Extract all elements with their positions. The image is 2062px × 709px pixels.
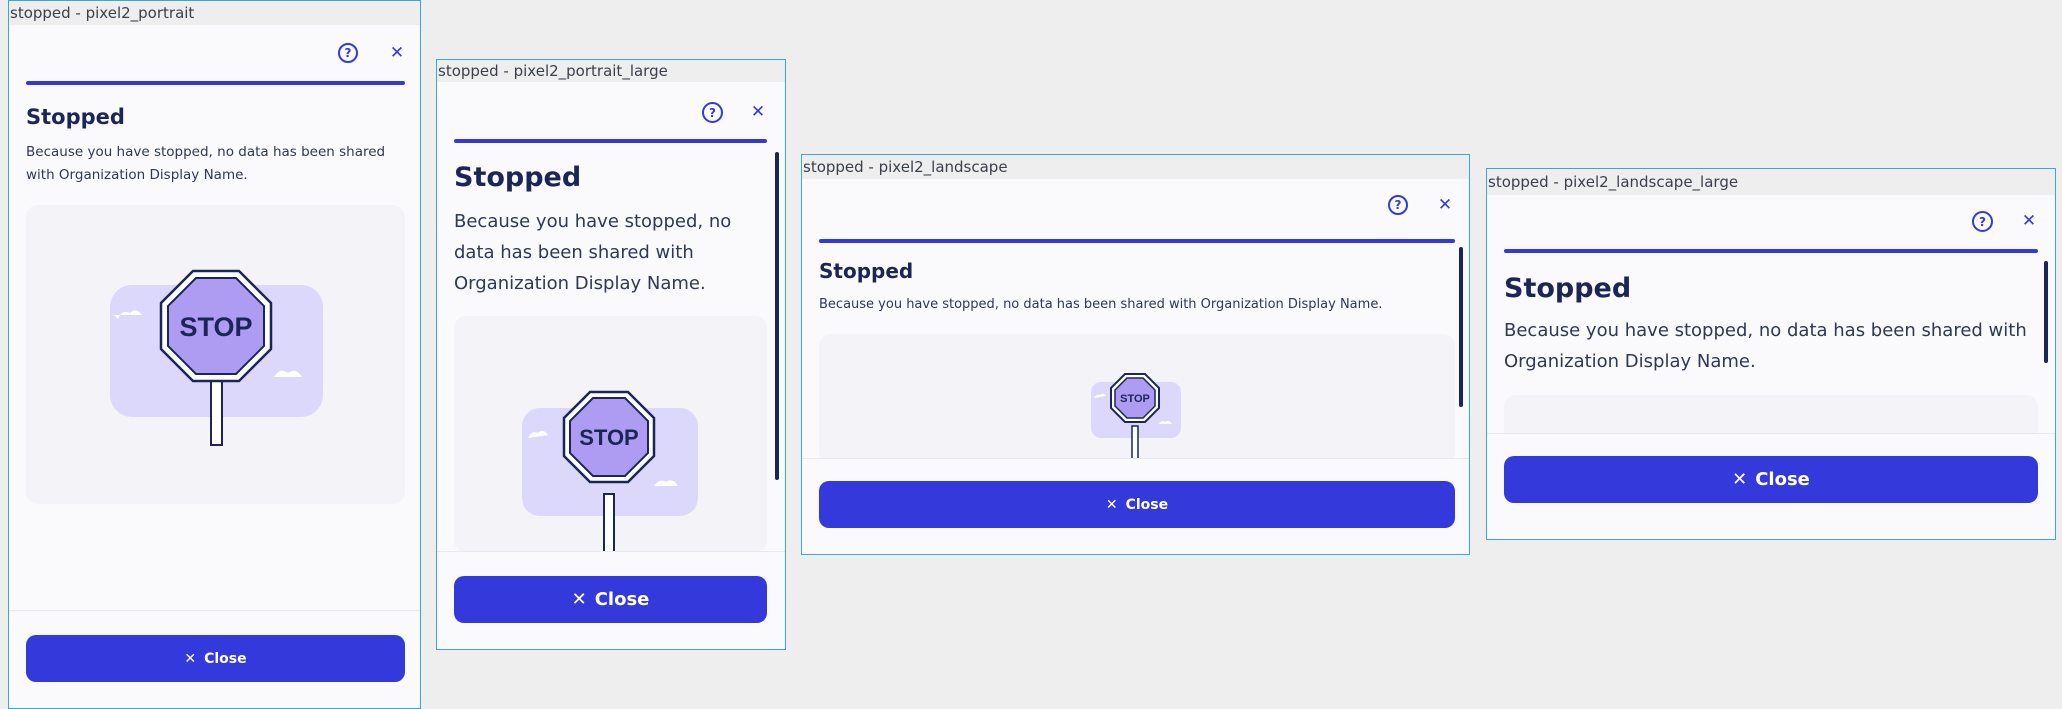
progress-bar [1504, 249, 2038, 253]
dialog-header: ? ✕ [437, 82, 785, 138]
stop-sign-illustration: STOP [1091, 373, 1181, 463]
close-button-icon: ✕ [1105, 496, 1118, 513]
close-button-icon: ✕ [184, 650, 197, 667]
close-icon[interactable]: ✕ [385, 41, 409, 65]
dialog-footer: ✕ Close [1487, 433, 2055, 539]
dialog-screen: ? ✕ Stopped Because you have stopped, no… [802, 179, 1469, 554]
close-button-label: Close [1125, 496, 1169, 513]
close-button[interactable]: ✕ Close [26, 635, 405, 682]
progress-bar [819, 239, 1455, 243]
frame-label: stopped - pixel2_portrait_large [437, 60, 785, 82]
frame-label: stopped - pixel2_landscape_large [1487, 169, 2055, 195]
stop-sign-illustration: STOP [110, 269, 323, 446]
help-icon[interactable]: ? [1388, 195, 1408, 215]
scrollbar[interactable] [775, 152, 779, 480]
close-button[interactable]: ✕ Close [819, 481, 1455, 528]
close-button[interactable]: ✕ Close [454, 576, 767, 623]
close-button-label: Close [204, 650, 247, 667]
dialog-title: Stopped [819, 259, 914, 283]
dialog-body: Because you have stopped, no data has be… [819, 297, 1383, 312]
dialog-footer: ✕ Close [802, 458, 1469, 554]
help-icon[interactable]: ? [702, 102, 723, 123]
frame-pixel2-portrait-large: stopped - pixel2_portrait_large ? ✕ Stop… [436, 59, 786, 650]
scrollbar[interactable] [2044, 261, 2048, 363]
stop-sign-text: STOP [579, 425, 639, 450]
stop-illustration-card: STOP [26, 205, 405, 504]
close-button-icon: ✕ [1732, 469, 1748, 490]
dialog-body: Because you have stopped, no data has be… [26, 144, 386, 183]
close-icon[interactable]: ✕ [746, 100, 770, 124]
dialog-header: ? ✕ [802, 179, 1469, 235]
progress-bar [454, 139, 767, 143]
dialog-body: Because you have stopped, no data has be… [454, 211, 732, 294]
dialog-title: Stopped [1504, 273, 1632, 304]
stop-illustration-card: STOP [819, 334, 1455, 464]
close-button[interactable]: ✕ Close [1504, 456, 2038, 503]
help-icon[interactable]: ? [338, 43, 358, 63]
stop-sign-text: STOP [1120, 393, 1150, 405]
close-button-label: Close [594, 589, 650, 610]
dialog-screen: ? ✕ Stopped Because you have stopped, no… [1487, 195, 2055, 539]
close-icon[interactable]: ✕ [1433, 193, 1457, 217]
progress-bar [26, 81, 405, 85]
frame-pixel2-landscape-large: stopped - pixel2_landscape_large ? ✕ Sto… [1486, 168, 2056, 540]
frame-label: stopped - pixel2_portrait [9, 1, 420, 25]
dialog-header: ? ✕ [9, 25, 420, 81]
scrollbar[interactable] [1459, 247, 1463, 407]
dialog-screen: ? ✕ Stopped Because you have stopped, no… [437, 82, 785, 649]
frame-label: stopped - pixel2_landscape [802, 155, 1469, 179]
close-button-label: Close [1755, 469, 1810, 490]
close-icon[interactable]: ✕ [2017, 209, 2041, 233]
stop-illustration-card: STOP [454, 316, 767, 552]
dialog-body: Because you have stopped, no data has be… [1504, 320, 2027, 372]
dialog-footer: ✕ Close [9, 610, 420, 708]
stop-sign-text: STOP [179, 312, 252, 342]
dialog-title: Stopped [26, 105, 125, 129]
frame-pixel2-landscape: stopped - pixel2_landscape ? ✕ Stopped B… [801, 154, 1470, 555]
dialog-footer: ✕ Close [437, 551, 785, 649]
help-icon[interactable]: ? [1972, 211, 1993, 232]
close-button-icon: ✕ [571, 589, 587, 610]
dialog-screen: ? ✕ Stopped Because you have stopped, no… [9, 25, 420, 708]
dialog-title: Stopped [454, 162, 582, 193]
dialog-header: ? ✕ [1487, 195, 2055, 251]
stop-sign-illustration: STOP [522, 390, 698, 552]
frame-pixel2-portrait: stopped - pixel2_portrait ? ✕ Stopped Be… [8, 0, 421, 709]
